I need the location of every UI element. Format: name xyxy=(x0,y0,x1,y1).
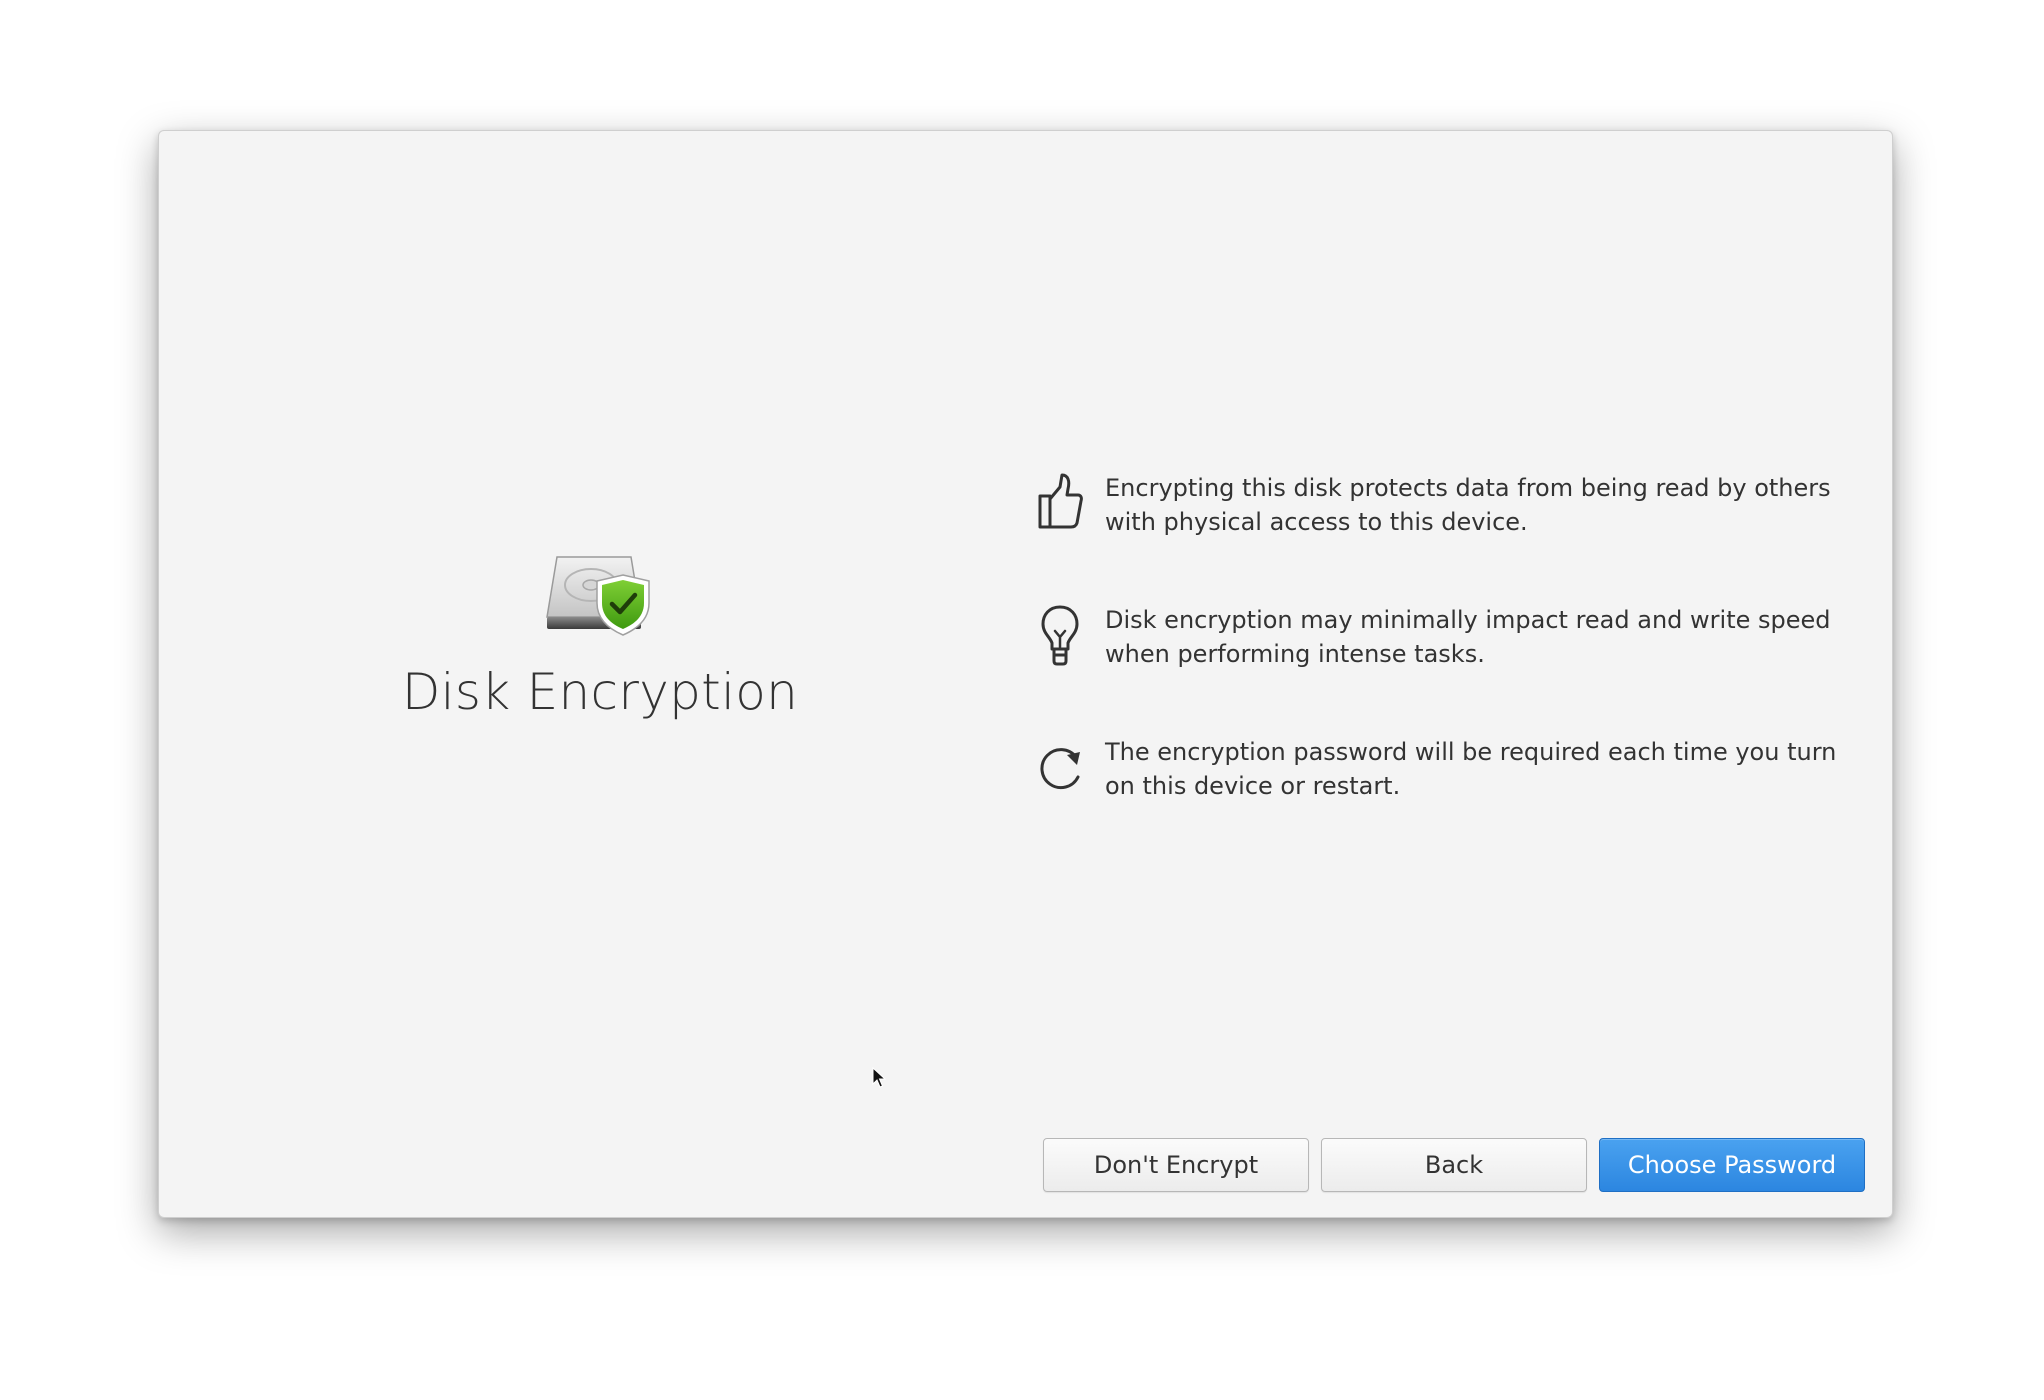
feature-text: Encrypting this disk protects data from … xyxy=(1105,474,1831,536)
action-buttons: Don't Encrypt Back Choose Password xyxy=(1043,1138,1865,1192)
drive-harddisk-shield-icon xyxy=(546,556,650,636)
feature-list: Encrypting this disk protects data from … xyxy=(1036,471,1866,867)
dont-encrypt-button[interactable]: Don't Encrypt xyxy=(1043,1138,1309,1192)
feature-item-password: The encryption password will be required… xyxy=(1036,735,1866,867)
choose-password-button[interactable]: Choose Password xyxy=(1599,1138,1865,1192)
lightbulb-icon xyxy=(1041,605,1079,666)
feature-text: The encryption password will be required… xyxy=(1105,738,1837,800)
refresh-icon xyxy=(1040,748,1080,790)
installer-window: Disk Encryption Encrypting this disk pro… xyxy=(158,130,1893,1218)
feature-item-performance: Disk encryption may minimally impact rea… xyxy=(1036,603,1866,735)
page-title: Disk Encryption xyxy=(401,663,799,721)
mouse-cursor-icon xyxy=(872,1067,886,1088)
back-button[interactable]: Back xyxy=(1321,1138,1587,1192)
hero-section: Disk Encryption xyxy=(159,551,1041,721)
feature-item-privacy: Encrypting this disk protects data from … xyxy=(1036,471,1866,603)
thumbs-up-icon xyxy=(1038,473,1083,529)
feature-text: Disk encryption may minimally impact rea… xyxy=(1105,606,1831,668)
